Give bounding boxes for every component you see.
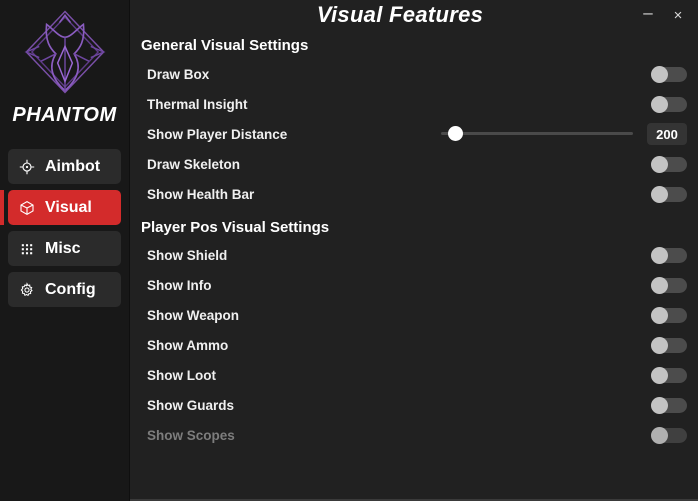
content-area: Visual Features – × General Visual Setti… [130,0,698,499]
toggle-thermal-insight[interactable] [651,95,687,113]
setting-row-show-info: Show Info [130,270,698,300]
title-bar: Visual Features – × [130,0,698,30]
sidebar: PHANTOM Aimbot Visual Misc Config [0,0,130,501]
settings-panel: General Visual Settings Draw Box Thermal… [130,30,698,450]
toggle-show-loot[interactable] [651,366,687,384]
setting-label: Show Player Distance [147,126,288,142]
toggle-draw-box[interactable] [651,65,687,83]
sidebar-item-config[interactable]: Config [8,272,121,307]
toggle-knob [651,276,668,294]
brand-logo [0,0,129,100]
toggle-knob [651,155,668,173]
section-title-general: General Visual Settings [141,37,309,54]
setting-label: Show Loot [147,367,216,383]
toggle-show-health-bar[interactable] [651,185,687,203]
close-icon[interactable]: × [666,4,690,26]
sidebar-item-label: Config [45,280,96,298]
sidebar-item-label: Visual [45,198,92,216]
setting-label: Show Shield [147,247,228,263]
toggle-show-info[interactable] [651,276,687,294]
toggle-knob [651,396,668,414]
setting-row-show-ammo: Show Ammo [130,330,698,360]
toggle-show-shield[interactable] [651,246,687,264]
toggle-knob [651,65,668,83]
toggle-show-ammo[interactable] [651,336,687,354]
setting-row-thermal-insight: Thermal Insight [130,89,698,119]
toggle-show-guards[interactable] [651,396,687,414]
toggle-knob [651,426,668,444]
setting-label: Show Scopes [147,427,235,443]
setting-label: Show Health Bar [147,186,255,202]
setting-row-draw-box: Draw Box [130,59,698,89]
toggle-knob [651,246,668,264]
setting-label: Thermal Insight [147,96,248,112]
app-window: PHANTOM Aimbot Visual Misc Config Visual… [0,0,698,501]
setting-label: Show Weapon [147,307,240,323]
toggle-knob [651,95,668,113]
brand-name: PHANTOM [12,104,117,126]
slider-show-player-distance[interactable] [441,126,633,142]
section-title-player-pos: Player Pos Visual Settings [141,219,330,236]
toggle-knob [651,185,668,203]
slider-track [441,132,633,135]
setting-row-show-weapon: Show Weapon [130,300,698,330]
setting-row-draw-skeleton: Draw Skeleton [130,149,698,179]
slider-value-show-player-distance[interactable]: 200 [647,123,687,145]
sidebar-item-aimbot[interactable]: Aimbot [8,149,121,184]
slider-handle[interactable] [448,126,464,141]
toggle-knob [651,366,668,384]
gear-icon [18,281,36,299]
sidebar-nav: Aimbot Visual Misc Config [0,149,129,307]
minimize-icon[interactable]: – [636,4,660,26]
setting-row-show-scopes: Show Scopes [130,420,698,450]
setting-label: Show Ammo [147,337,229,353]
toggle-knob [651,306,668,324]
cube-icon [18,199,36,217]
setting-label: Show Guards [147,397,235,413]
setting-row-show-shield: Show Shield [130,240,698,270]
setting-label: Show Info [147,277,212,293]
page-title: Visual Features [316,2,484,27]
toggle-knob [651,336,668,354]
toggle-show-scopes[interactable] [651,426,687,444]
setting-label: Draw Skeleton [147,156,241,172]
grid-dots-icon [18,240,36,258]
window-controls: – × [636,0,690,30]
sidebar-item-label: Aimbot [45,157,101,175]
toggle-draw-skeleton[interactable] [651,155,687,173]
sidebar-item-label: Misc [45,239,81,257]
toggle-show-weapon[interactable] [651,306,687,324]
sidebar-item-misc[interactable]: Misc [8,231,121,266]
setting-row-show-loot: Show Loot [130,360,698,390]
setting-row-show-player-distance: Show Player Distance 200 [130,119,698,149]
phantom-emblem-icon [23,10,106,94]
setting-label: Draw Box [147,66,210,82]
sidebar-item-visual[interactable]: Visual [0,190,121,225]
crosshair-icon [18,158,36,176]
setting-row-show-guards: Show Guards [130,390,698,420]
setting-row-show-health-bar: Show Health Bar [130,179,698,209]
